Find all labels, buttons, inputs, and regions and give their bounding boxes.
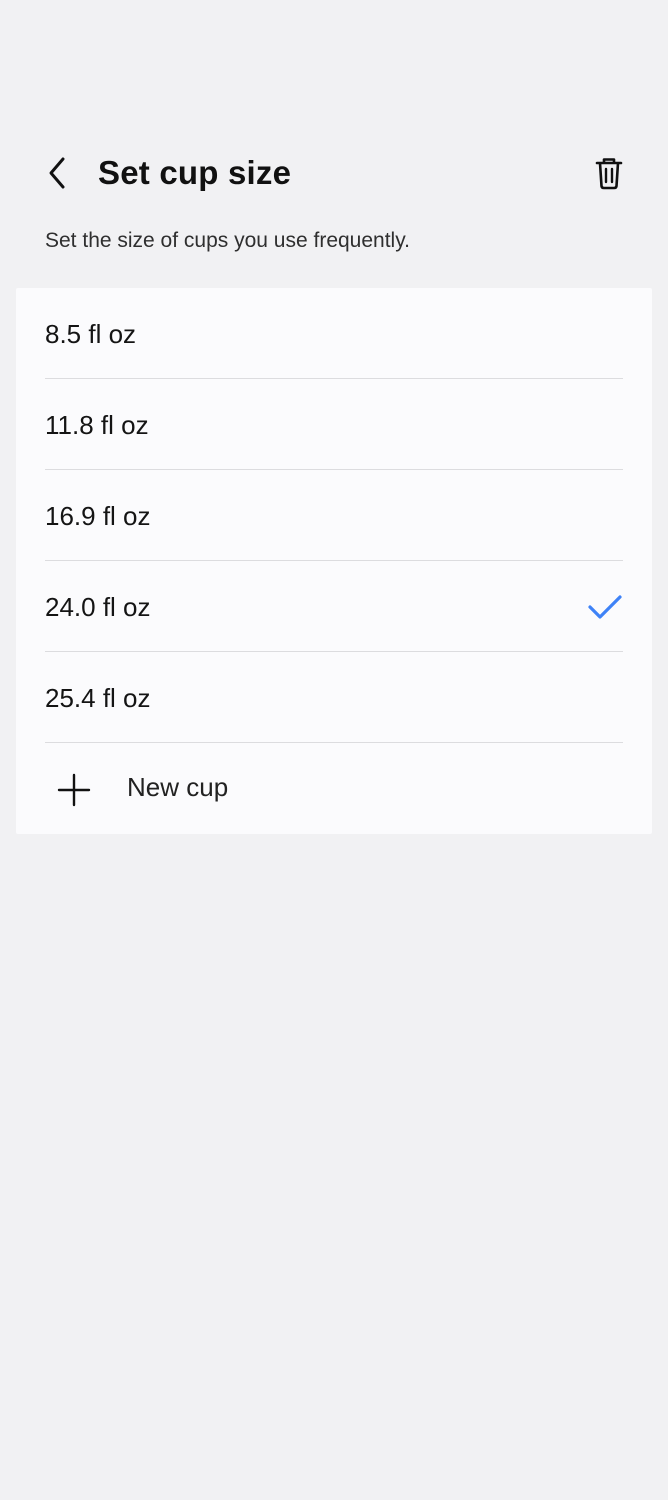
cup-option-11-8[interactable]: 11.8 fl oz bbox=[45, 379, 623, 470]
cup-option-label: 16.9 fl oz bbox=[45, 501, 151, 531]
cup-option-24-0[interactable]: 24.0 fl oz bbox=[45, 561, 623, 652]
new-cup-label: New cup bbox=[127, 772, 229, 802]
cup-option-label: 25.4 fl oz bbox=[45, 683, 151, 713]
cup-option-label: 24.0 fl oz bbox=[45, 592, 151, 622]
cup-option-25-4[interactable]: 25.4 fl oz bbox=[45, 652, 623, 743]
cup-option-16-9[interactable]: 16.9 fl oz bbox=[45, 470, 623, 561]
checkmark-icon bbox=[588, 595, 622, 619]
back-button[interactable] bbox=[34, 149, 82, 197]
cup-option-8-5[interactable]: 8.5 fl oz bbox=[45, 288, 623, 379]
app-header: Set cup size bbox=[0, 130, 668, 216]
cup-option-label: 11.8 fl oz bbox=[45, 410, 149, 440]
cup-option-label: 8.5 fl oz bbox=[45, 319, 137, 349]
back-chevron-icon bbox=[49, 157, 65, 189]
cup-size-list: 8.5 fl oz 11.8 fl oz 16.9 fl oz 24.0 fl … bbox=[45, 288, 623, 833]
cup-size-card: 8.5 fl oz 11.8 fl oz 16.9 fl oz 24.0 fl … bbox=[16, 288, 652, 834]
page-description: Set the size of cups you use frequently. bbox=[45, 229, 410, 252]
delete-button[interactable] bbox=[585, 149, 633, 197]
page-title: Set cup size bbox=[98, 154, 292, 191]
new-cup-button[interactable]: New cup bbox=[45, 743, 623, 833]
plus-icon bbox=[57, 773, 91, 807]
trash-icon bbox=[595, 158, 623, 190]
